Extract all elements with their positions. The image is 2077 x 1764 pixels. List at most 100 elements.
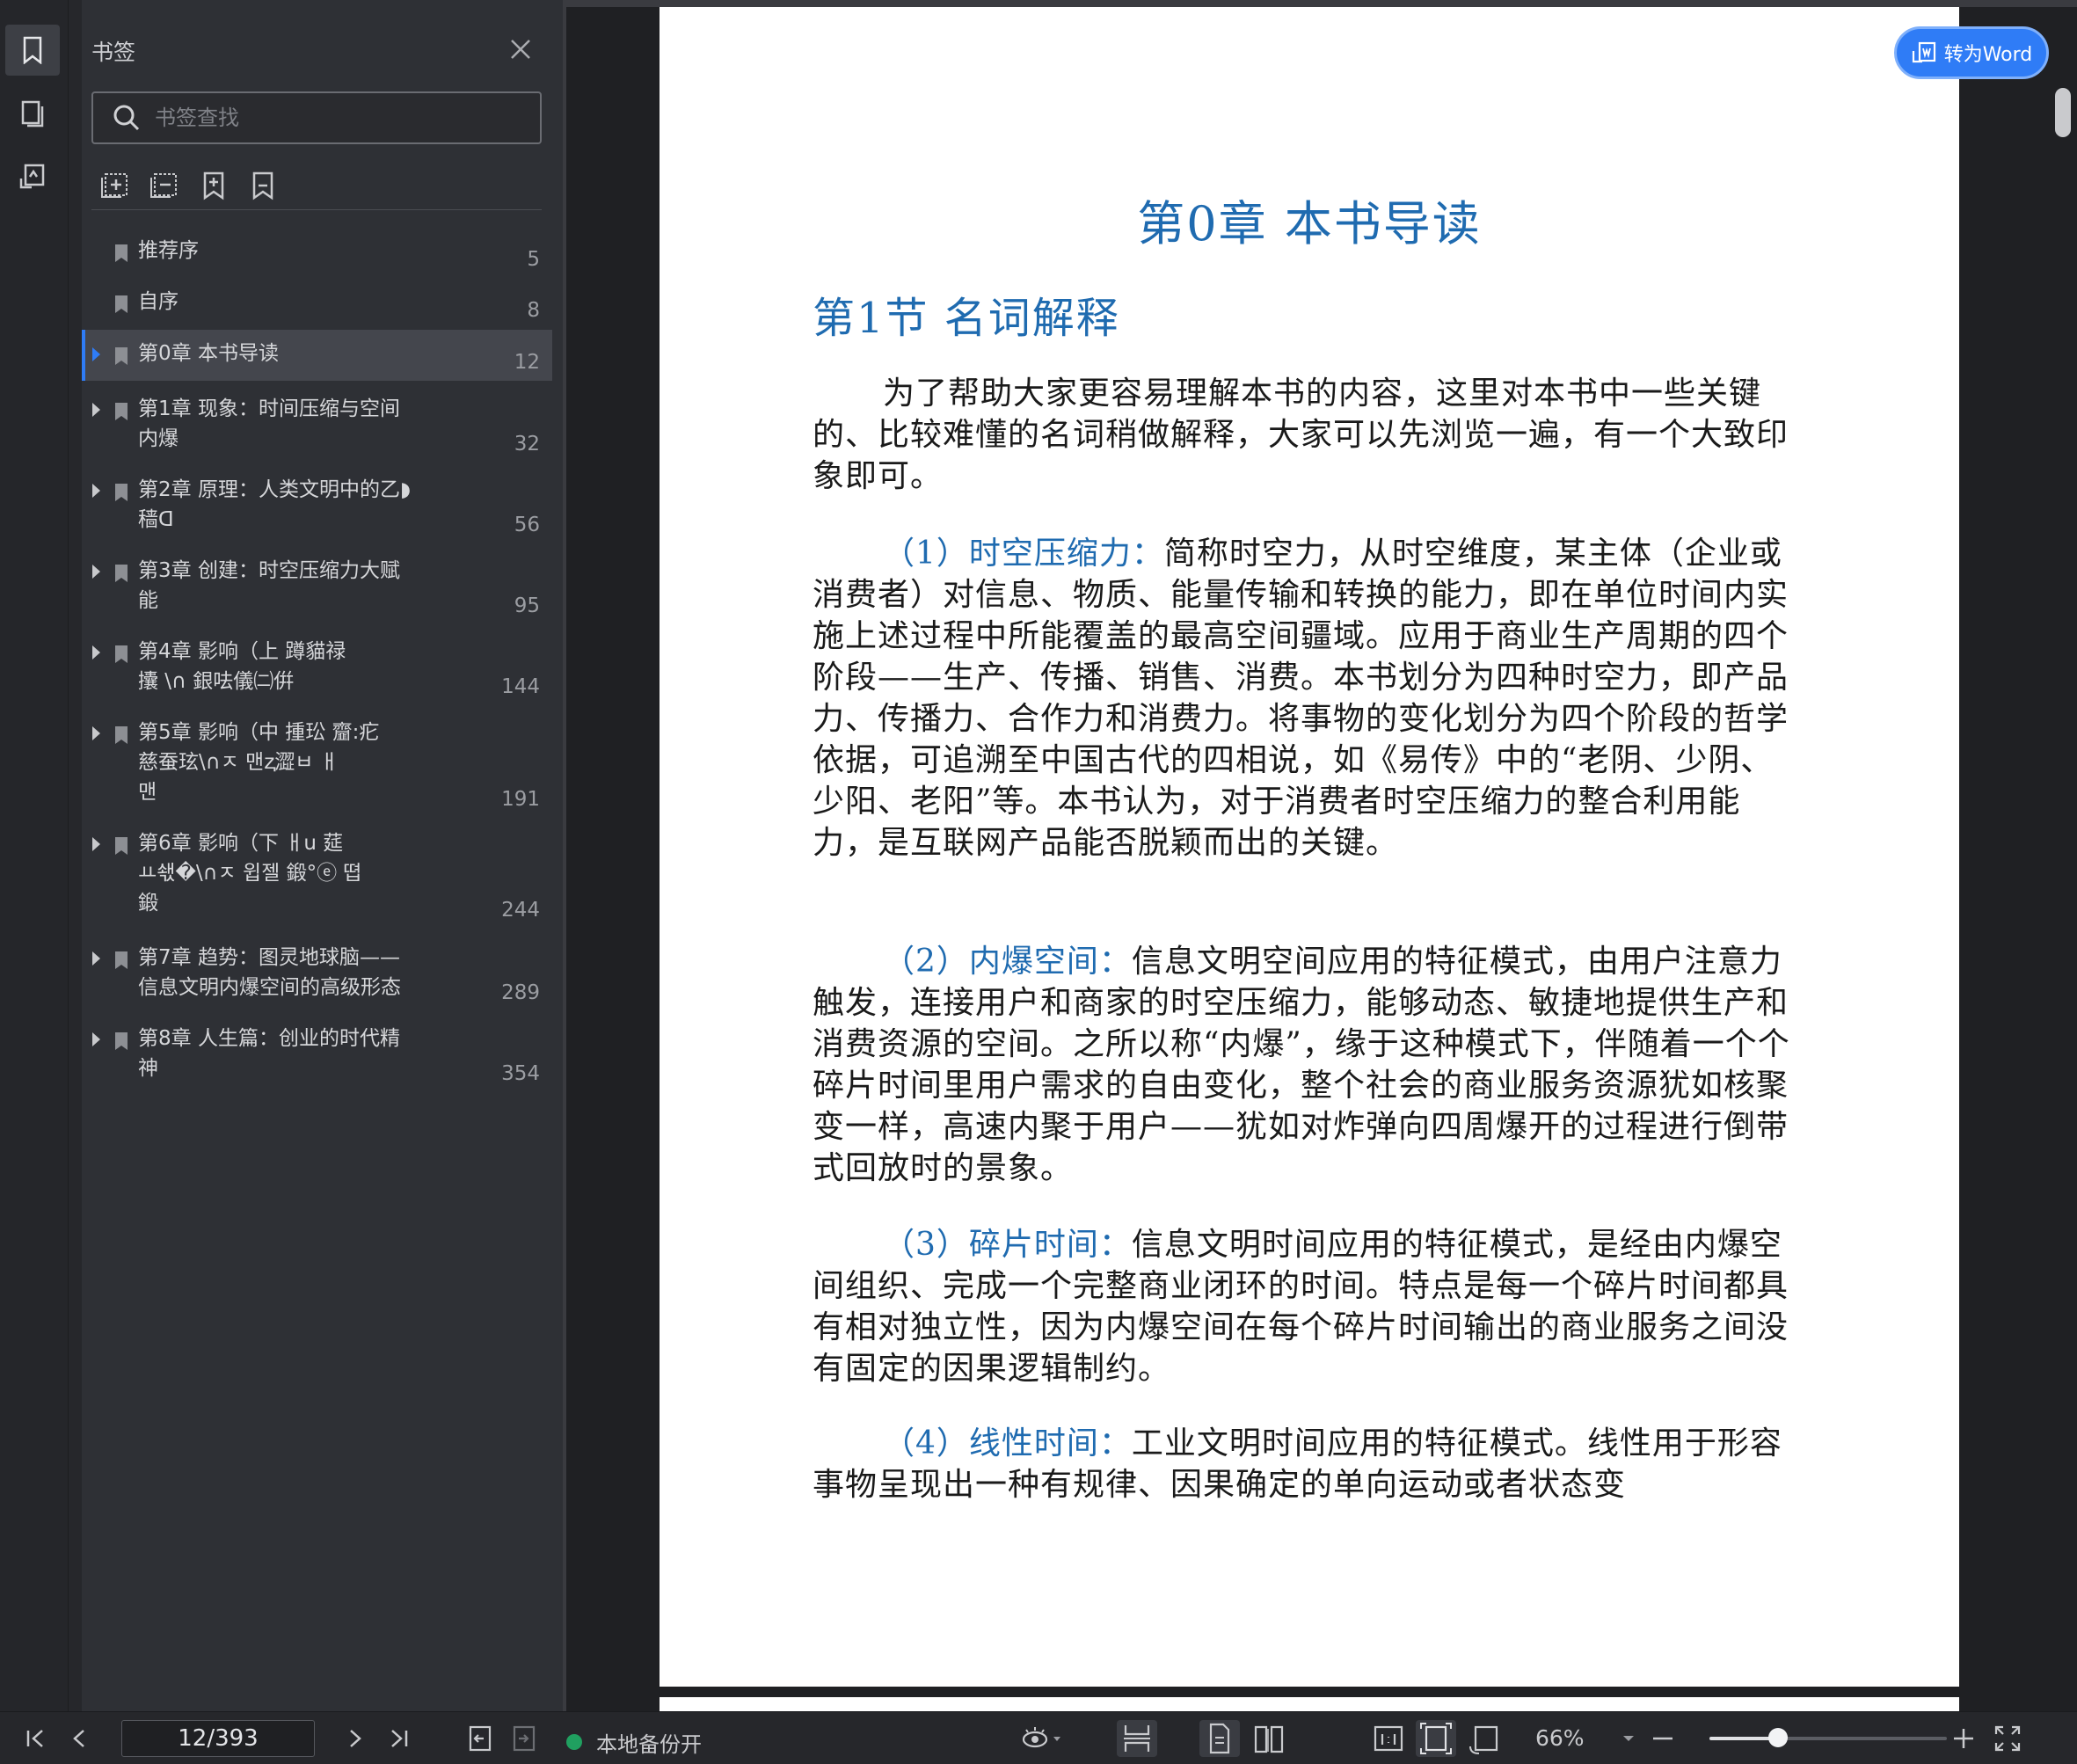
panel-title: 书签	[91, 40, 136, 65]
search-icon	[111, 102, 142, 134]
term-definition: 信息文明空间应用的特征模式，由用户注意力触发，连接用户和商家的时空压缩力，能够动…	[813, 944, 1790, 1186]
bookmark-item[interactable]: 第2章 原理：人类文明中的乙◗ 穑ᗡ 56	[82, 466, 552, 543]
bookmark-page: 56	[514, 514, 540, 536]
next-page-icon[interactable]	[339, 1724, 369, 1753]
expand-arrow-icon[interactable]	[92, 726, 100, 740]
word-convert-icon	[1912, 41, 1935, 63]
back-view-icon[interactable]	[466, 1724, 496, 1753]
section-title: 第1节 名词解释	[813, 294, 1120, 343]
bookmark-label: 第1章 现象：时间压缩与空间 内爆	[138, 397, 400, 450]
bookmark-page: 244	[501, 899, 540, 922]
bookmark-item[interactable]: 第5章 影响（中 揰玜 齏:疕 慈蚕玹\∩ㅈ 맨ⱬ澀ㅂ ㅐ 맨 191	[82, 709, 552, 818]
bookmark-item-active[interactable]: 第0章 本书导读 12	[82, 330, 552, 381]
bookmark-page: 5	[527, 248, 540, 271]
convert-to-word-button[interactable]: 转为Word	[1894, 26, 2049, 79]
left-icon-rail	[0, 0, 69, 1711]
bookmark-label: 第2章 原理：人类文明中的乙◗ 穑ᗡ	[138, 478, 412, 531]
zoom-dropdown-icon[interactable]	[1618, 1724, 1639, 1753]
previous-page-icon[interactable]	[65, 1724, 95, 1753]
bookmark-icon	[115, 484, 128, 501]
next-page-edge	[660, 1697, 1959, 1711]
bookmark-label: 第7章 趋势：图灵地球脑—— 信息文明内爆空间的高级形态	[138, 946, 401, 999]
fullscreen-icon[interactable]	[1993, 1724, 2022, 1753]
actual-size-icon[interactable]	[1368, 1720, 1409, 1757]
scrollbar-thumb[interactable]	[2055, 88, 2071, 137]
bookmark-item[interactable]: 自序 8	[82, 278, 552, 329]
bookmark-label: 自序	[138, 290, 179, 313]
rotate-page-icon[interactable]	[1465, 1720, 1505, 1757]
bookmark-icon	[115, 295, 128, 313]
bookmark-item[interactable]: 第3章 创建：时空压缩力大赋 能 95	[82, 547, 552, 624]
bookmark-item[interactable]: 第8章 人生篇：创业的时代精 神 354	[82, 1015, 552, 1092]
expand-all-icon[interactable]	[100, 171, 130, 200]
bookmark-icon	[115, 726, 128, 744]
expand-arrow-icon[interactable]	[92, 347, 100, 361]
bookmark-item[interactable]: 第4章 影响（上 蹲貓禄 攮 \∩ 銀呿儀㈡倂 144	[82, 628, 552, 705]
bookmark-item[interactable]: 第1章 现象：时间压缩与空间 内爆 32	[82, 385, 552, 463]
close-icon[interactable]	[505, 33, 536, 65]
bookmark-label: 第0章 本书导读	[138, 342, 279, 365]
bookmark-icon	[115, 645, 128, 663]
bookmark-page: 289	[501, 981, 540, 1004]
bookmark-icon	[115, 565, 128, 582]
bookmark-search-input[interactable]	[155, 100, 524, 135]
bookmark-page: 354	[501, 1062, 540, 1085]
bookmark-icon	[115, 347, 128, 365]
bookmark-icon	[115, 244, 128, 262]
collapse-all-icon[interactable]	[149, 171, 179, 200]
paragraph-item: （1）时空压缩力：简称时空力，从时空维度，某主体（企业或消费者）对信息、物质、能…	[813, 533, 1797, 864]
annotation-panel-icon[interactable]	[5, 151, 60, 202]
bookmark-icon	[115, 837, 128, 855]
vertical-scrollbar[interactable]	[2054, 53, 2073, 1706]
selection-indicator	[82, 330, 85, 381]
term-heading: （4）线性时间：	[883, 1425, 1132, 1461]
bookmark-item[interactable]: 第7章 趋势：图灵地球脑—— 信息文明内爆空间的高级形态 289	[82, 934, 552, 1011]
backup-status-dot	[566, 1734, 582, 1750]
expand-arrow-icon[interactable]	[92, 951, 100, 966]
forward-view-icon[interactable]	[510, 1724, 540, 1753]
paragraph-item: （4）线性时间：工业文明时间应用的特征模式。线性用于形容事物呈现出一种有规律、因…	[813, 1423, 1797, 1505]
bookmark-label: 第6章 影响（下 ㅐu 莚 ㅛ쇇�\∩ㅈ 윕젤 鍛°ⓔ 뗩 鍛	[138, 832, 362, 915]
bookmark-page: 12	[514, 351, 540, 374]
term-definition: 简称时空力，从时空维度，某主体（企业或消费者）对信息、物质、能量传输和转换的能力…	[813, 536, 1789, 861]
expand-arrow-icon[interactable]	[92, 645, 100, 660]
bookmark-icon	[115, 403, 128, 420]
zoom-out-icon[interactable]	[1648, 1724, 1678, 1753]
paragraph-item: （2）内爆空间：信息文明空间应用的特征模式，由用户注意力触发，连接用户和商家的时…	[813, 941, 1797, 1189]
bookmark-page: 32	[514, 433, 540, 456]
expand-arrow-icon[interactable]	[92, 1032, 100, 1046]
fit-page-icon[interactable]	[1416, 1720, 1456, 1757]
double-page-icon[interactable]	[1249, 1720, 1289, 1757]
chapter-title: 第0章 本书导读	[1137, 196, 1482, 251]
zoom-in-icon[interactable]	[1949, 1724, 1979, 1753]
single-page-icon[interactable]	[1199, 1720, 1240, 1757]
bookmark-icon	[115, 951, 128, 969]
bookmark-label: 第5章 影响（中 揰玜 齏:疕 慈蚕玹\∩ㅈ 맨ⱬ澀ㅂ ㅐ 맨	[138, 721, 380, 804]
convert-to-word-label: 转为Word	[1943, 44, 2033, 66]
viewport-top-edge	[566, 0, 2077, 7]
expand-arrow-icon[interactable]	[92, 403, 100, 417]
term-heading: （1）时空压缩力：	[883, 536, 1164, 572]
expand-arrow-icon[interactable]	[92, 565, 100, 579]
panel-gutter	[69, 0, 82, 1711]
first-page-icon[interactable]	[21, 1724, 51, 1753]
add-bookmark-icon[interactable]	[199, 171, 229, 200]
bookmark-page: 144	[501, 675, 540, 698]
expand-arrow-icon[interactable]	[92, 484, 100, 498]
bookmark-label: 第3章 创建：时空压缩力大赋 能	[138, 559, 400, 612]
bookmark-label: 第8章 人生篇：创业的时代精 神	[138, 1027, 400, 1080]
page-number-input[interactable]: 12/393	[121, 1720, 315, 1757]
last-page-icon[interactable]	[383, 1724, 413, 1753]
term-heading: （3）碎片时间：	[883, 1227, 1132, 1263]
backup-status-label[interactable]: 本地备份开	[596, 1727, 702, 1758]
zoom-level[interactable]: 66%	[1535, 1725, 1585, 1751]
delete-bookmark-icon[interactable]	[248, 171, 278, 200]
eye-protection-icon[interactable]	[1020, 1724, 1064, 1753]
thumbnail-panel-icon[interactable]	[5, 88, 60, 139]
bookmark-panel-icon[interactable]	[5, 25, 60, 76]
continuous-scroll-icon[interactable]	[1117, 1720, 1157, 1757]
expand-arrow-icon[interactable]	[92, 837, 100, 851]
bookmark-label: 推荐序	[138, 239, 199, 262]
bookmark-item[interactable]: 第6章 影响（下 ㅐu 莚 ㅛ쇇�\∩ㅈ 윕젤 鍛°ⓔ 뗩 鍛 244	[82, 820, 552, 929]
bookmark-item[interactable]: 推荐序 5	[82, 227, 552, 278]
